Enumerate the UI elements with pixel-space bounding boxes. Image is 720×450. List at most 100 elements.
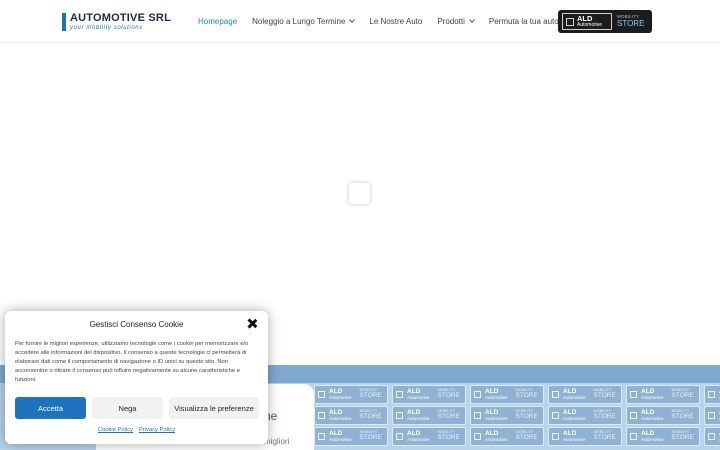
cookie-links: Cookie Policy Privacy Policy: [5, 427, 268, 433]
site-header: AUTOMOTIVE SRL your mobility solutions H…: [0, 0, 720, 43]
ald-tile: ALDAutomotiveMOBILITYSTORE: [548, 385, 622, 404]
ald-square-icon: [396, 391, 403, 398]
loading-spinner-icon: [349, 183, 370, 204]
ald-tile-store: STORE: [515, 434, 538, 442]
logo-title: AUTOMOTIVE SRL: [70, 12, 171, 24]
ald-tile-store: STORE: [437, 392, 460, 400]
cookie-consent-dialog: Gestisci Consenso Cookie Per fornire le …: [5, 311, 268, 444]
ald-tile: ALDAutomotiveMOBILITYSTORE: [704, 427, 720, 446]
nav-item-le-nostre-auto[interactable]: Le Nostre Auto: [369, 17, 422, 26]
ald-square-icon: [630, 412, 637, 419]
ald-tile: ALDAutomotiveMOBILITYSTORE: [314, 427, 388, 446]
ald-tile-sub: Automotive: [641, 436, 664, 442]
ald-tile-store: STORE: [515, 392, 538, 400]
ald-tile-store: STORE: [593, 413, 616, 421]
nav-item-prodotti[interactable]: Prodotti: [437, 17, 475, 26]
ald-tile-sub: Automotive: [485, 394, 508, 400]
site-logo[interactable]: AUTOMOTIVE SRL your mobility solutions: [62, 12, 171, 32]
ald-mobility-store-badge[interactable]: ALD Automotive MOBILITY STORE: [558, 10, 652, 33]
ald-square-icon: [396, 412, 403, 419]
ald-tile-store: STORE: [671, 413, 694, 421]
main-nav: Homepage Noleggio a Lungo Termine Le Nos…: [198, 0, 574, 43]
page: AUTOMOTIVE SRL your mobility solutions H…: [0, 0, 720, 450]
ald-tile: ALDAutomotiveMOBILITYSTORE: [392, 427, 466, 446]
nav-item-label: Prodotti: [437, 17, 465, 26]
nav-item-permuta[interactable]: Permuta la tua auto: [489, 17, 559, 26]
ald-tile: ALDAutomotiveMOBILITYSTORE: [626, 385, 700, 404]
ald-tile-sub: Automotive: [641, 415, 664, 421]
ald-tile-sub: Automotive: [329, 436, 352, 442]
ald-square-icon: [552, 391, 559, 398]
ald-tile: ALDAutomotiveMOBILITYSTORE: [470, 406, 544, 425]
ald-tile: ALDAutomotiveMOBILITYSTORE: [470, 427, 544, 446]
ald-tile: ALDAutomotiveMOBILITYSTORE: [392, 385, 466, 404]
ald-tile-store: STORE: [437, 434, 460, 442]
ald-square-icon: [708, 391, 715, 398]
ald-square-icon: [552, 433, 559, 440]
ald-tile-sub: Automotive: [563, 436, 586, 442]
ald-tile-sub: Automotive: [563, 394, 586, 400]
ald-square-icon: [630, 433, 637, 440]
ald-square-icon: [552, 412, 559, 419]
nav-item-label: Permuta la tua auto: [488, 17, 559, 26]
ald-square-icon: [318, 391, 325, 398]
ald-tile: ALDAutomotiveMOBILITYSTORE: [392, 406, 466, 425]
ald-tile: ALDAutomotiveMOBILITYSTORE: [314, 385, 388, 404]
ald-tile-sub: Automotive: [485, 415, 508, 421]
logo-mark-icon: [62, 13, 66, 31]
ald-tile-store: STORE: [593, 434, 616, 442]
nav-item-label: Noleggio a Lungo Termine: [252, 17, 346, 26]
cookie-policy-link[interactable]: Cookie Policy: [98, 427, 133, 433]
ald-square-icon: [396, 433, 403, 440]
ald-tile-sub: Automotive: [641, 394, 664, 400]
ald-store: STORE: [617, 18, 645, 28]
chevron-down-icon: [349, 17, 356, 23]
nav-item-label: Le Nostre Auto: [369, 17, 423, 26]
ald-tile-store: STORE: [359, 434, 382, 442]
ald-tile-sub: Automotive: [407, 436, 430, 442]
accept-button[interactable]: Accetta: [15, 397, 86, 419]
chevron-down-icon: [469, 17, 475, 23]
ald-tile-store: STORE: [671, 392, 694, 400]
view-preferences-button[interactable]: Visualizza le preferenze: [169, 397, 259, 419]
ald-tile: ALDAutomotiveMOBILITYSTORE: [704, 406, 720, 425]
ald-square-icon: [630, 391, 637, 398]
cookie-dialog-text: Per fornire le migliori esperienze, util…: [15, 341, 249, 383]
nav-item-homepage[interactable]: Homepage: [198, 17, 237, 26]
ald-sub: Automotive: [577, 21, 603, 28]
ald-tile: ALDAutomotiveMOBILITYSTORE: [626, 406, 700, 425]
privacy-policy-link[interactable]: Privacy Policy: [139, 427, 175, 433]
ald-square-icon: [708, 412, 715, 419]
ald-square-icon: [708, 433, 715, 440]
ald-tile-sub: Automotive: [485, 436, 508, 442]
ald-tile-sub: Automotive: [329, 415, 352, 421]
ald-tile-store: STORE: [671, 434, 694, 442]
ald-square-icon: [474, 433, 481, 440]
ald-tile: ALDAutomotiveMOBILITYSTORE: [314, 406, 388, 425]
cookie-dialog-title: Gestisci Consenso Cookie: [89, 320, 184, 329]
ald-tile: ALDAutomotiveMOBILITYSTORE: [470, 385, 544, 404]
close-icon[interactable]: [247, 318, 258, 329]
ald-tile: ALDAutomotiveMOBILITYSTORE: [548, 427, 622, 446]
ald-square-icon: [474, 391, 481, 398]
ald-tile-sub: Automotive: [563, 415, 586, 421]
ald-tile-sub: Automotive: [329, 394, 352, 400]
ald-tile-sub: Automotive: [407, 415, 430, 421]
ald-tile-store: STORE: [515, 413, 538, 421]
ald-tile-store: STORE: [359, 413, 382, 421]
ald-tile-store: STORE: [593, 392, 616, 400]
nav-item-label: Homepage: [198, 17, 238, 26]
ald-tile-store: STORE: [359, 392, 382, 400]
ald-tile-sub: Automotive: [407, 394, 430, 400]
ald-logo: ALD Automotive: [562, 13, 612, 30]
ald-tile: ALDAutomotiveMOBILITYSTORE: [704, 385, 720, 404]
ald-square-icon: [318, 412, 325, 419]
deny-button[interactable]: Nega: [92, 397, 163, 419]
ald-square-icon: [474, 412, 481, 419]
ald-square-icon: [566, 17, 574, 26]
nav-item-noleggio[interactable]: Noleggio a Lungo Termine: [252, 17, 356, 26]
ald-tile: ALDAutomotiveMOBILITYSTORE: [548, 406, 622, 425]
ald-tile: ALDAutomotiveMOBILITYSTORE: [626, 427, 700, 446]
ald-square-icon: [318, 433, 325, 440]
logo-tagline: your mobility solutions: [70, 25, 143, 31]
